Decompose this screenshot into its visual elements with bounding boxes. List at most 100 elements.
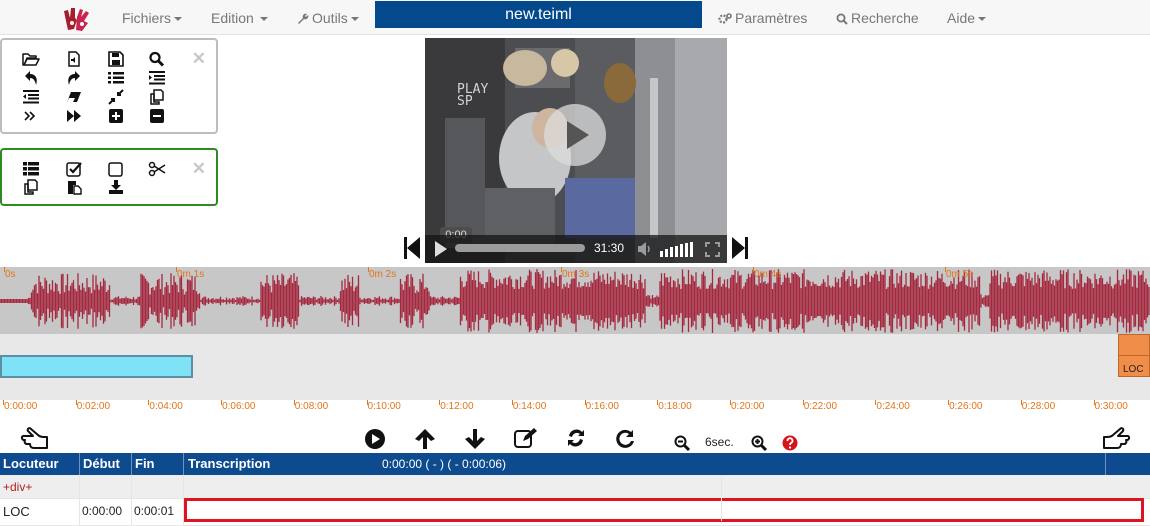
search-icon [836,13,848,25]
cell-debut[interactable]: 0:00:00 [82,504,122,518]
list-button[interactable] [106,69,126,87]
indent-button[interactable] [147,69,167,87]
edit-button[interactable] [513,427,539,449]
segment-block[interactable] [0,355,193,378]
timeline-tick-label: 0:28:00 [1021,401,1056,412]
col-header-debut[interactable]: Début [83,456,120,471]
search-icon [149,51,165,67]
menu-recherche[interactable]: Recherche [836,10,919,26]
open-folder-button[interactable] [21,50,41,68]
table-cell: LOC [0,499,80,525]
speaker-segment-label: LOC [1123,364,1144,375]
skip-forward-button[interactable] [732,237,748,259]
refresh-button[interactable] [565,427,587,449]
fullscreen-icon[interactable] [705,242,720,257]
video-controls-bar: 31:30 [425,235,727,263]
close-panel-button[interactable]: ✕ [192,50,206,67]
copy-segment-button[interactable] [21,178,41,196]
col-divider [1105,453,1106,475]
zoom-in-button[interactable] [751,435,767,451]
timeline-ruler[interactable]: 0:00:00 0:02:00 0:04:00 0:06:00 0:08:00 0:10:… [0,400,1150,422]
undo-button[interactable] [21,69,41,87]
menu-edition[interactable]: Edition [211,10,268,26]
arrow-down-button[interactable] [464,428,486,450]
skip-back-button[interactable] [404,237,420,259]
floppy-disk-icon [108,51,124,67]
waveform[interactable]: 0s 0m 1s 0m 2s 0m 3s 0m 4s 0m 5s [0,267,1150,334]
outdent-icon [23,90,39,104]
zoom-out-button[interactable] [674,435,690,451]
volume-icon[interactable] [636,241,654,257]
search-button[interactable] [147,50,167,68]
timeline-tick-label: 0:24:00 [876,401,910,412]
video-player[interactable]: PLAY SP 0:00 31:30 [425,38,727,263]
eraser-icon [67,92,81,102]
table-row-div[interactable]: +div+ [0,475,1150,499]
waveform-tick-label: 0m 3s [562,269,590,280]
remove-button[interactable] [147,107,167,125]
cell-fin[interactable]: 0:00:01 [134,504,174,518]
menu-parametres[interactable]: Paramètres [718,10,807,26]
step-forward-button[interactable] [21,107,41,125]
menu-aide[interactable]: Aide [947,10,987,26]
cell-locuteur[interactable]: LOC [3,504,30,519]
arrow-up-button[interactable] [414,428,436,450]
timeline-tick-label: 0:26:00 [949,401,983,412]
menu-fichiers[interactable]: Fichiers [122,10,183,26]
cut-button[interactable] [147,160,167,178]
paste-button[interactable] [64,178,84,196]
table-cell [184,475,722,498]
outdent-button[interactable] [21,88,41,106]
fast-forward-button[interactable] [64,107,84,125]
timeline-tick-label: 0:00:00 [4,401,38,412]
col-header-locuteur[interactable]: Locuteur [3,456,59,471]
redo-circular-button[interactable] [614,427,636,449]
timeline-tick-label: 0:10:00 [367,401,401,412]
menu-parametres-label: Paramètres [735,10,808,26]
div-tag[interactable]: +div+ [3,480,32,494]
help-question-icon[interactable] [782,435,798,451]
previous-hand-pointer-icon[interactable] [20,426,50,450]
col-header-fin[interactable]: Fin [135,456,155,471]
next-hand-pointer-icon[interactable] [1101,426,1131,450]
check-all-button[interactable] [64,160,84,178]
table-cell [80,475,132,498]
file-title: new.teiml [375,1,702,28]
open-media-button[interactable] [64,50,84,68]
volume-level-bars[interactable] [660,242,698,257]
col-header-transcription[interactable]: Transcription [188,456,270,471]
timeline-tick-label: 0:08:00 [294,401,329,412]
menu-outils[interactable]: Outils [297,10,359,26]
seek-bar[interactable] [455,244,585,252]
play-circle-button[interactable] [364,428,386,450]
caret-down-icon [350,17,359,22]
current-time-info: 0:00:00 ( - ) ( - 0:00:06) [382,457,507,471]
speaker-segment-loc[interactable]: LOC [1118,334,1150,377]
compress-button[interactable] [106,88,126,106]
transcription-edit-field[interactable] [184,498,1144,522]
download-button[interactable] [106,178,126,196]
eraser-button[interactable] [64,88,84,106]
add-button[interactable] [106,107,126,125]
timeline-tick-label: 0:22:00 [803,401,838,412]
hands-logo-icon[interactable] [62,5,92,32]
close-panel-button[interactable]: ✕ [192,160,206,177]
timeline-tick-label: 0:04:00 [149,401,183,412]
timeline-tick-label: 0:14:00 [512,401,547,412]
minus-square-icon [150,109,164,123]
waveform-tick-label: 0m 2s [369,269,397,280]
redo-button[interactable] [64,69,84,87]
waveform-tick-label: 0m 4s [754,269,782,280]
scissors-icon [148,161,166,177]
segment-track[interactable]: LOC [0,334,1150,400]
uncheck-button[interactable] [106,160,126,178]
caret-down-icon [978,17,987,22]
copy-button[interactable] [147,88,167,106]
waveform-tick-label: 0m 1s [177,269,205,280]
menu-edition-label: Edition [211,10,254,26]
save-button[interactable] [106,50,126,68]
play-icon[interactable] [435,241,447,257]
wrench-icon [298,13,309,24]
list-view-button[interactable] [21,160,41,178]
big-play-button[interactable] [544,104,606,166]
